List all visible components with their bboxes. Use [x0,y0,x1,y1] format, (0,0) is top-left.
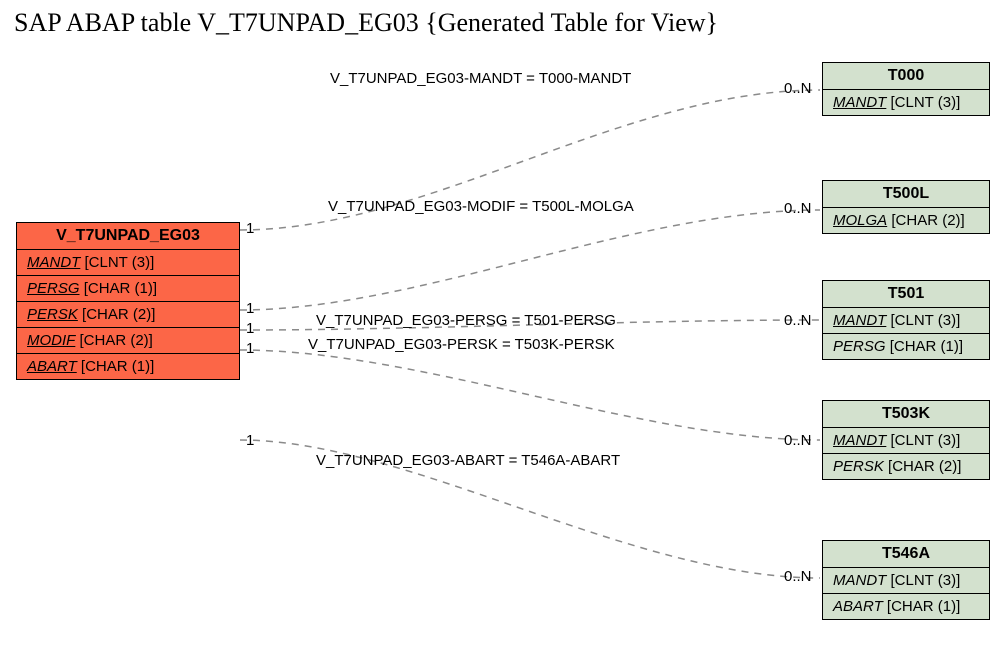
cardinality-right: 0..N [784,568,812,585]
entity-main-header: V_T7UNPAD_EG03 [17,223,239,250]
entity-t000: T000 MANDT [CLNT (3)] [822,62,990,116]
entity-field: PERSK [CHAR (2)] [823,454,989,479]
cardinality-left: 1 [246,320,254,337]
entity-field: MANDT [CLNT (3)] [823,90,989,115]
entity-t546a: T546A MANDT [CLNT (3)] ABART [CHAR (1)] [822,540,990,620]
cardinality-left: 1 [246,432,254,449]
cardinality-left: 1 [246,220,254,237]
entity-field: PERSG [CHAR (1)] [823,334,989,359]
entity-field: MOLGA [CHAR (2)] [823,208,989,233]
edge-label: V_T7UNPAD_EG03-ABART = T546A-ABART [316,452,620,469]
entity-main-field: PERSK [CHAR (2)] [17,302,239,328]
entity-header: T000 [823,63,989,90]
entity-header: T503K [823,401,989,428]
cardinality-left: 1 [246,300,254,317]
edge-label: V_T7UNPAD_EG03-PERSK = T503K-PERSK [308,336,615,353]
cardinality-right: 0..N [784,80,812,97]
entity-field: MANDT [CLNT (3)] [823,428,989,454]
entity-field: ABART [CHAR (1)] [823,594,989,619]
entity-main: V_T7UNPAD_EG03 MANDT [CLNT (3)] PERSG [C… [16,222,240,380]
entity-header: T501 [823,281,989,308]
page-title: SAP ABAP table V_T7UNPAD_EG03 {Generated… [14,8,718,38]
entity-field: MANDT [CLNT (3)] [823,568,989,594]
cardinality-right: 0..N [784,200,812,217]
cardinality-right: 0..N [784,312,812,329]
entity-main-field: MODIF [CHAR (2)] [17,328,239,354]
edge-label: V_T7UNPAD_EG03-PERSG = T501-PERSG [316,312,616,329]
entity-t503k: T503K MANDT [CLNT (3)] PERSK [CHAR (2)] [822,400,990,480]
entity-header: T500L [823,181,989,208]
entity-field: MANDT [CLNT (3)] [823,308,989,334]
entity-main-field: MANDT [CLNT (3)] [17,250,239,276]
edge-label: V_T7UNPAD_EG03-MODIF = T500L-MOLGA [328,198,634,215]
cardinality-left: 1 [246,340,254,357]
entity-t501: T501 MANDT [CLNT (3)] PERSG [CHAR (1)] [822,280,990,360]
cardinality-right: 0..N [784,432,812,449]
entity-main-field: ABART [CHAR (1)] [17,354,239,379]
entity-t500l: T500L MOLGA [CHAR (2)] [822,180,990,234]
entity-main-field: PERSG [CHAR (1)] [17,276,239,302]
edge-label: V_T7UNPAD_EG03-MANDT = T000-MANDT [330,70,631,87]
entity-header: T546A [823,541,989,568]
